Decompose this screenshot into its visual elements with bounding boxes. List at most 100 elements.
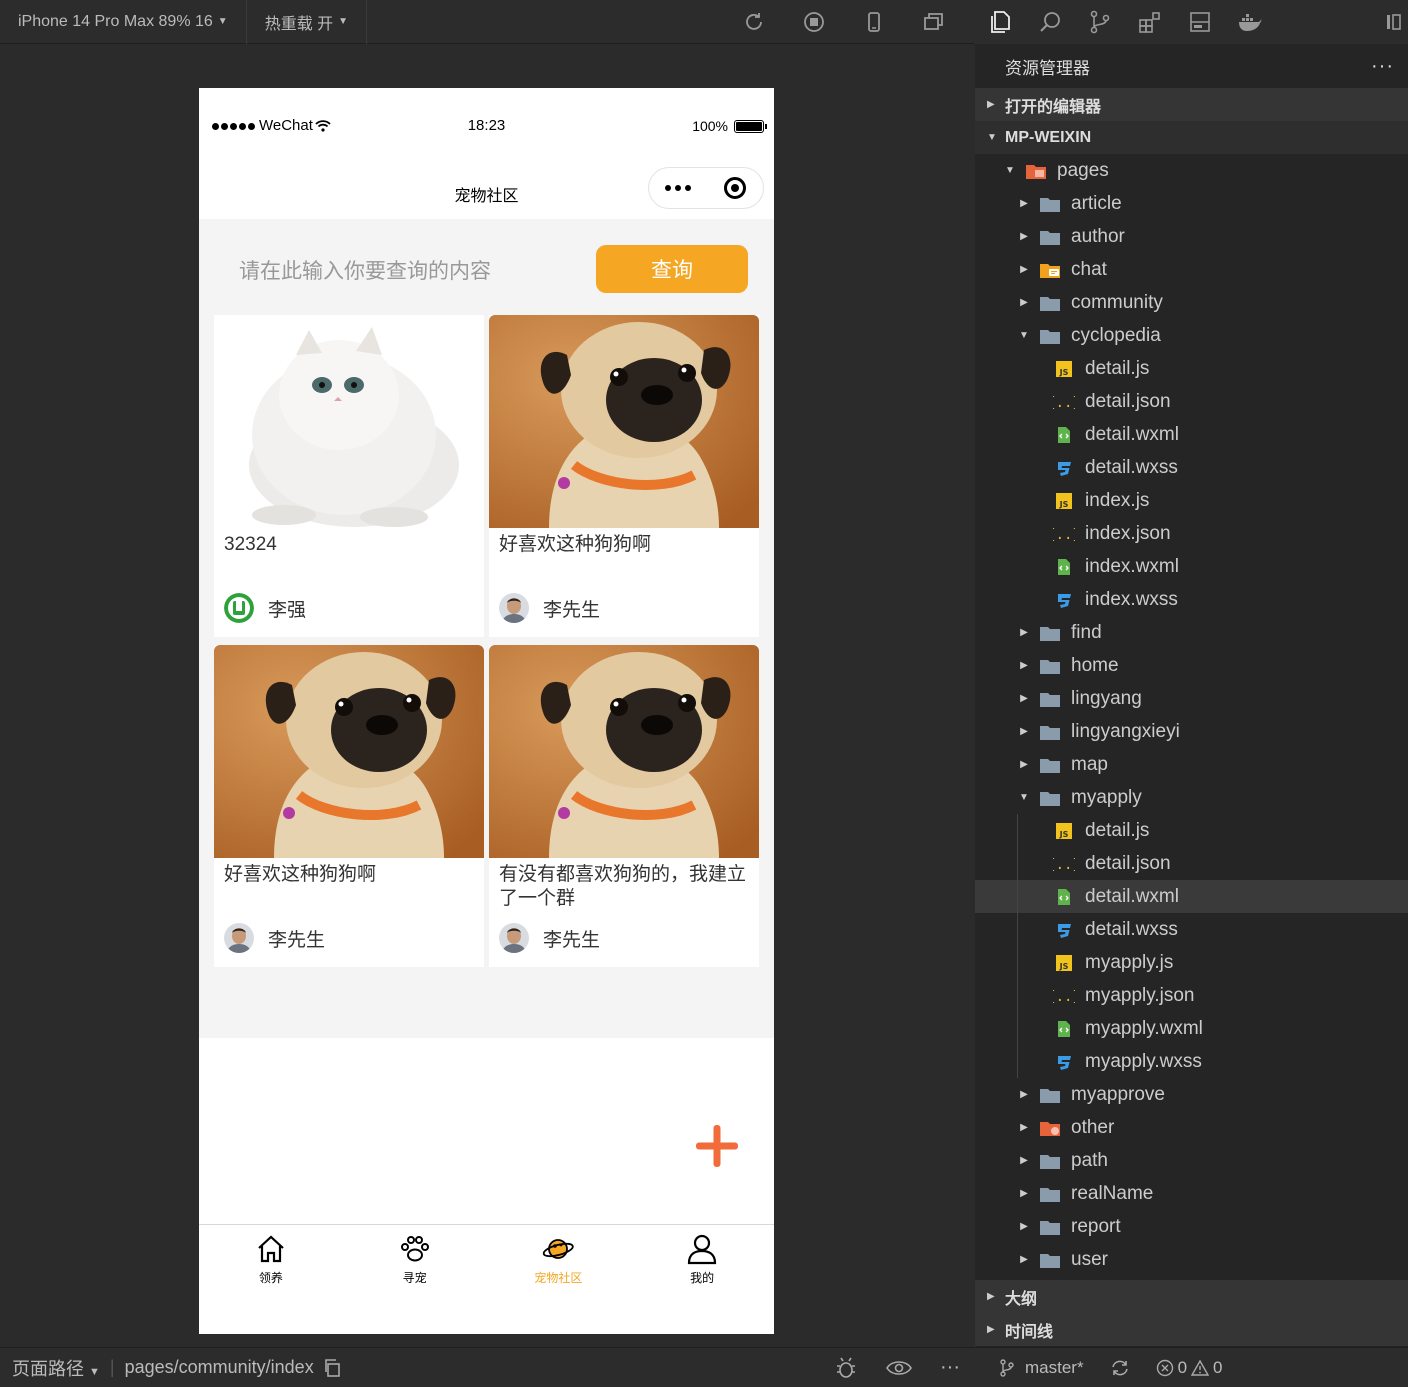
post-card[interactable]: 好喜欢这种狗狗啊 李先生 [489,315,759,637]
tree-item-lingyangxieyi[interactable]: ▶ lingyangxieyi [975,715,1408,748]
tree-item-community[interactable]: ▶ community [975,286,1408,319]
tree-item-detail-json[interactable]: {..} detail.json [975,847,1408,880]
tree-item-chat[interactable]: ▶ chat [975,253,1408,286]
wxss-file-icon [1053,920,1075,940]
tab-community[interactable]: 宠物社区 [487,1225,631,1334]
post-image [214,645,484,858]
more-icon[interactable]: ··· [940,1356,960,1379]
toggle-panel-icon[interactable] [1378,0,1408,44]
tree-item-lingyang[interactable]: ▶ lingyang [975,682,1408,715]
post-caption: 好喜欢这种狗狗啊 [224,864,377,885]
tree-item-cyclopedia[interactable]: ▼ cyclopedia [975,319,1408,352]
files-icon[interactable] [975,0,1025,44]
page-path-label[interactable]: 页面路径 ▼ [0,1355,100,1381]
explorer-header: 资源管理器 ··· [975,44,1408,88]
tab-adopt[interactable]: 领养 [199,1225,343,1334]
nav-bar: 宠物社区 [199,164,774,219]
file-tree: ▼ pages ▶ article ▶ author ▶ chat ▶ community ▼ cyc… [975,154,1408,1276]
search-input[interactable]: 请在此输入你要查询的内容 [239,255,491,285]
section-open-editors[interactable]: ▶ 打开的编辑器 [975,88,1408,121]
copy-icon[interactable] [324,1358,342,1377]
warning-icon [1191,1359,1210,1376]
tree-item-myapply-js[interactable]: JS myapply.js [975,946,1408,979]
tree-item-home[interactable]: ▶ home [975,649,1408,682]
tree-item-other[interactable]: ▶ other [975,1111,1408,1144]
hot-reload-select[interactable]: 热重载 开 ▼ [247,0,368,44]
refresh-icon[interactable] [724,0,784,44]
bug-icon[interactable] [834,1356,858,1380]
eye-icon[interactable] [886,1358,912,1378]
folder-icon [1039,293,1061,313]
section-project[interactable]: ▼ MP-WEIXIN [975,121,1408,154]
more-icon[interactable] [649,185,706,191]
tab-mine[interactable]: 我的 [630,1225,774,1334]
tree-item-index-wxml[interactable]: index.wxml [975,550,1408,583]
extensions-icon[interactable] [1125,0,1175,44]
chevron-right-icon: ▶ [987,1291,995,1302]
chevron-right-icon: ▶ [1020,1188,1028,1199]
tree-item-user[interactable]: ▶ user [975,1243,1408,1276]
tree-item-label: home [1071,654,1119,676]
chevron-right-icon: ▶ [1020,1122,1028,1133]
chevron-right-icon: ▶ [1020,1254,1028,1265]
post-image [489,315,759,528]
tree-item-detail-wxss[interactable]: detail.wxss [975,913,1408,946]
add-post-button[interactable] [694,1123,740,1169]
tree-item-index-js[interactable]: JS index.js [975,484,1408,517]
tree-item-detail-wxml[interactable]: detail.wxml [975,418,1408,451]
paw-icon [400,1236,429,1262]
device-select[interactable]: iPhone 14 Pro Max 89% 16 ▼ [0,0,247,44]
tree-item-detail-wxml[interactable]: detail.wxml [975,880,1408,913]
layout-icon[interactable] [1175,0,1225,44]
close-target-icon[interactable] [706,177,763,199]
tree-item-detail-wxss[interactable]: detail.wxss [975,451,1408,484]
tree-item-detail-js[interactable]: JS detail.js [975,814,1408,847]
tree-item-realName[interactable]: ▶ realName [975,1177,1408,1210]
window-icon[interactable] [904,0,964,44]
avatar [224,923,254,953]
post-card[interactable]: 有没有都喜欢狗狗的，我建立了一个群 李先生 [489,645,759,967]
tab-find-pet[interactable]: 寻宠 [343,1225,487,1334]
tree-item-label: other [1071,1116,1115,1138]
tree-item-detail-js[interactable]: JS detail.js [975,352,1408,385]
tree-item-pages[interactable]: ▼ pages [975,154,1408,187]
more-icon[interactable]: ··· [1371,55,1408,78]
search-button[interactable]: 查询 [596,245,748,293]
tree-item-author[interactable]: ▶ author [975,220,1408,253]
docker-icon[interactable] [1225,0,1275,44]
tree-item-map[interactable]: ▶ map [975,748,1408,781]
post-card[interactable]: 32324 李强 [214,315,484,637]
sync-icon[interactable] [1110,1359,1130,1377]
tree-item-report[interactable]: ▶ report [975,1210,1408,1243]
tree-item-index-json[interactable]: {..} index.json [975,517,1408,550]
tree-item-myapply-json[interactable]: {..} myapply.json [975,979,1408,1012]
simulator-status-bar: 页面路径 ▼ | pages/community/index ··· [0,1347,974,1387]
source-control-icon[interactable] [1075,0,1125,44]
chevron-down-icon: ▼ [1019,330,1029,341]
tree-item-myapply-wxml[interactable]: myapply.wxml [975,1012,1408,1045]
tree-item-myapprove[interactable]: ▶ myapprove [975,1078,1408,1111]
stop-icon[interactable] [784,0,844,44]
chevron-right-icon: ▶ [1020,297,1028,308]
branch-name[interactable]: master* [1025,1358,1084,1378]
tree-item-detail-json[interactable]: {..} detail.json [975,385,1408,418]
svg-text:JS: JS [1059,830,1069,839]
tree-item-article[interactable]: ▶ article [975,187,1408,220]
tree-item-path[interactable]: ▶ path [975,1144,1408,1177]
phone-icon[interactable] [844,0,904,44]
problems-indicator[interactable]: 0 0 [1156,1358,1223,1378]
section-timeline[interactable]: ▶ 时间线 [975,1313,1408,1346]
tree-item-label: article [1071,192,1122,214]
tree-item-find[interactable]: ▶ find [975,616,1408,649]
tree-item-myapply[interactable]: ▼ myapply [975,781,1408,814]
tree-item-label: detail.json [1085,852,1171,874]
activity-bar [975,0,1408,44]
tree-item-myapply-wxss[interactable]: myapply.wxss [975,1045,1408,1078]
section-outline[interactable]: ▶ 大纲 [975,1280,1408,1313]
search-icon[interactable] [1025,0,1075,44]
post-card[interactable]: 好喜欢这种狗狗啊 李先生 [214,645,484,967]
js-file-icon: JS [1053,491,1075,511]
tree-item-index-wxss[interactable]: index.wxss [975,583,1408,616]
tree-item-label: author [1071,225,1125,247]
simulator-toolbar: iPhone 14 Pro Max 89% 16 ▼ 热重载 开 ▼ [0,0,974,44]
